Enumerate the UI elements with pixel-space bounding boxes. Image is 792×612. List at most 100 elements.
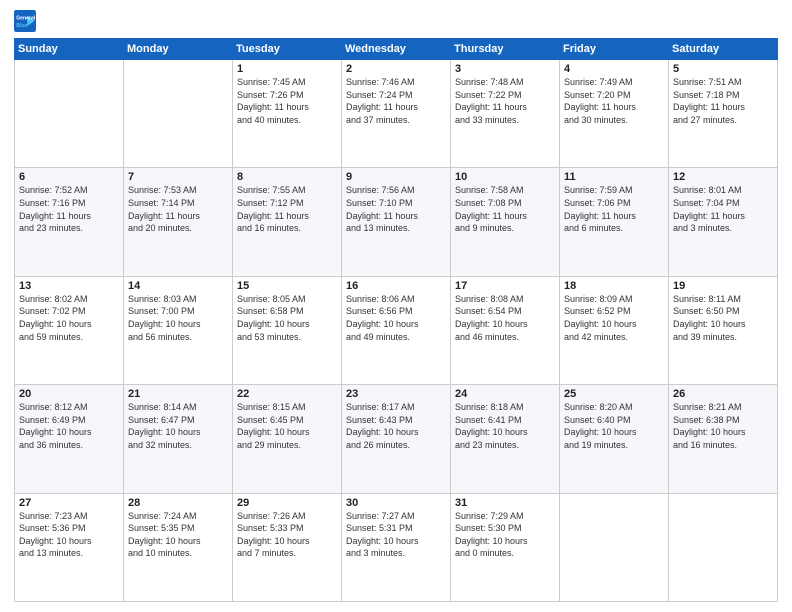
day-info: Sunrise: 8:15 AM Sunset: 6:45 PM Dayligh… (237, 401, 337, 451)
calendar-cell: 2Sunrise: 7:46 AM Sunset: 7:24 PM Daylig… (342, 60, 451, 168)
day-number: 21 (128, 388, 228, 400)
day-info: Sunrise: 8:14 AM Sunset: 6:47 PM Dayligh… (128, 401, 228, 451)
calendar-cell: 25Sunrise: 8:20 AM Sunset: 6:40 PM Dayli… (560, 385, 669, 493)
day-info: Sunrise: 8:05 AM Sunset: 6:58 PM Dayligh… (237, 293, 337, 343)
day-info: Sunrise: 8:20 AM Sunset: 6:40 PM Dayligh… (564, 401, 664, 451)
calendar-cell: 15Sunrise: 8:05 AM Sunset: 6:58 PM Dayli… (233, 276, 342, 384)
calendar-cell (15, 60, 124, 168)
day-number: 15 (237, 280, 337, 292)
logo: General Blue (14, 10, 38, 32)
day-number: 18 (564, 280, 664, 292)
day-info: Sunrise: 7:55 AM Sunset: 7:12 PM Dayligh… (237, 184, 337, 234)
day-number: 10 (455, 171, 555, 183)
svg-text:Blue: Blue (16, 23, 27, 29)
day-number: 2 (346, 63, 446, 75)
calendar-cell (124, 60, 233, 168)
day-info: Sunrise: 8:18 AM Sunset: 6:41 PM Dayligh… (455, 401, 555, 451)
calendar-cell: 24Sunrise: 8:18 AM Sunset: 6:41 PM Dayli… (451, 385, 560, 493)
day-number: 25 (564, 388, 664, 400)
calendar-cell: 30Sunrise: 7:27 AM Sunset: 5:31 PM Dayli… (342, 493, 451, 601)
day-info: Sunrise: 7:59 AM Sunset: 7:06 PM Dayligh… (564, 184, 664, 234)
day-number: 26 (673, 388, 773, 400)
calendar-cell: 13Sunrise: 8:02 AM Sunset: 7:02 PM Dayli… (15, 276, 124, 384)
calendar-cell: 27Sunrise: 7:23 AM Sunset: 5:36 PM Dayli… (15, 493, 124, 601)
weekday-header-tuesday: Tuesday (233, 39, 342, 60)
calendar-cell: 31Sunrise: 7:29 AM Sunset: 5:30 PM Dayli… (451, 493, 560, 601)
calendar-cell: 3Sunrise: 7:48 AM Sunset: 7:22 PM Daylig… (451, 60, 560, 168)
day-number: 20 (19, 388, 119, 400)
day-info: Sunrise: 7:53 AM Sunset: 7:14 PM Dayligh… (128, 184, 228, 234)
day-info: Sunrise: 8:12 AM Sunset: 6:49 PM Dayligh… (19, 401, 119, 451)
calendar-cell: 12Sunrise: 8:01 AM Sunset: 7:04 PM Dayli… (669, 168, 778, 276)
day-number: 1 (237, 63, 337, 75)
calendar-week-2: 6Sunrise: 7:52 AM Sunset: 7:16 PM Daylig… (15, 168, 778, 276)
calendar-cell (669, 493, 778, 601)
day-number: 29 (237, 497, 337, 509)
day-info: Sunrise: 7:48 AM Sunset: 7:22 PM Dayligh… (455, 76, 555, 126)
day-number: 22 (237, 388, 337, 400)
weekday-header-friday: Friday (560, 39, 669, 60)
day-info: Sunrise: 7:27 AM Sunset: 5:31 PM Dayligh… (346, 510, 446, 560)
day-number: 5 (673, 63, 773, 75)
day-number: 7 (128, 171, 228, 183)
logo-icon: General Blue (14, 10, 36, 32)
calendar-table: SundayMondayTuesdayWednesdayThursdayFrid… (14, 38, 778, 602)
day-info: Sunrise: 8:09 AM Sunset: 6:52 PM Dayligh… (564, 293, 664, 343)
calendar-cell: 10Sunrise: 7:58 AM Sunset: 7:08 PM Dayli… (451, 168, 560, 276)
calendar-week-4: 20Sunrise: 8:12 AM Sunset: 6:49 PM Dayli… (15, 385, 778, 493)
calendar-cell: 1Sunrise: 7:45 AM Sunset: 7:26 PM Daylig… (233, 60, 342, 168)
calendar-cell: 16Sunrise: 8:06 AM Sunset: 6:56 PM Dayli… (342, 276, 451, 384)
day-number: 4 (564, 63, 664, 75)
calendar-cell: 11Sunrise: 7:59 AM Sunset: 7:06 PM Dayli… (560, 168, 669, 276)
calendar-week-5: 27Sunrise: 7:23 AM Sunset: 5:36 PM Dayli… (15, 493, 778, 601)
day-number: 27 (19, 497, 119, 509)
day-info: Sunrise: 8:01 AM Sunset: 7:04 PM Dayligh… (673, 184, 773, 234)
weekday-header-sunday: Sunday (15, 39, 124, 60)
day-number: 3 (455, 63, 555, 75)
calendar-cell: 26Sunrise: 8:21 AM Sunset: 6:38 PM Dayli… (669, 385, 778, 493)
page: General Blue SundayMondayTuesdayWednesda… (0, 0, 792, 612)
day-number: 28 (128, 497, 228, 509)
day-info: Sunrise: 7:56 AM Sunset: 7:10 PM Dayligh… (346, 184, 446, 234)
day-number: 19 (673, 280, 773, 292)
day-number: 6 (19, 171, 119, 183)
calendar-cell: 20Sunrise: 8:12 AM Sunset: 6:49 PM Dayli… (15, 385, 124, 493)
weekday-header-thursday: Thursday (451, 39, 560, 60)
calendar-cell: 23Sunrise: 8:17 AM Sunset: 6:43 PM Dayli… (342, 385, 451, 493)
day-info: Sunrise: 7:58 AM Sunset: 7:08 PM Dayligh… (455, 184, 555, 234)
calendar-cell: 7Sunrise: 7:53 AM Sunset: 7:14 PM Daylig… (124, 168, 233, 276)
day-info: Sunrise: 7:46 AM Sunset: 7:24 PM Dayligh… (346, 76, 446, 126)
day-info: Sunrise: 8:21 AM Sunset: 6:38 PM Dayligh… (673, 401, 773, 451)
weekday-header-monday: Monday (124, 39, 233, 60)
day-number: 14 (128, 280, 228, 292)
day-number: 12 (673, 171, 773, 183)
calendar-cell: 4Sunrise: 7:49 AM Sunset: 7:20 PM Daylig… (560, 60, 669, 168)
day-info: Sunrise: 7:23 AM Sunset: 5:36 PM Dayligh… (19, 510, 119, 560)
day-number: 17 (455, 280, 555, 292)
calendar-cell: 17Sunrise: 8:08 AM Sunset: 6:54 PM Dayli… (451, 276, 560, 384)
svg-text:General: General (16, 16, 36, 22)
day-number: 23 (346, 388, 446, 400)
day-number: 24 (455, 388, 555, 400)
day-info: Sunrise: 7:51 AM Sunset: 7:18 PM Dayligh… (673, 76, 773, 126)
day-number: 16 (346, 280, 446, 292)
day-info: Sunrise: 8:06 AM Sunset: 6:56 PM Dayligh… (346, 293, 446, 343)
day-number: 30 (346, 497, 446, 509)
day-info: Sunrise: 8:02 AM Sunset: 7:02 PM Dayligh… (19, 293, 119, 343)
calendar-cell: 14Sunrise: 8:03 AM Sunset: 7:00 PM Dayli… (124, 276, 233, 384)
calendar-cell: 8Sunrise: 7:55 AM Sunset: 7:12 PM Daylig… (233, 168, 342, 276)
calendar-cell: 22Sunrise: 8:15 AM Sunset: 6:45 PM Dayli… (233, 385, 342, 493)
day-info: Sunrise: 8:08 AM Sunset: 6:54 PM Dayligh… (455, 293, 555, 343)
calendar-week-3: 13Sunrise: 8:02 AM Sunset: 7:02 PM Dayli… (15, 276, 778, 384)
calendar-cell: 21Sunrise: 8:14 AM Sunset: 6:47 PM Dayli… (124, 385, 233, 493)
day-info: Sunrise: 7:26 AM Sunset: 5:33 PM Dayligh… (237, 510, 337, 560)
calendar-week-1: 1Sunrise: 7:45 AM Sunset: 7:26 PM Daylig… (15, 60, 778, 168)
weekday-header-row: SundayMondayTuesdayWednesdayThursdayFrid… (15, 39, 778, 60)
day-info: Sunrise: 7:49 AM Sunset: 7:20 PM Dayligh… (564, 76, 664, 126)
day-info: Sunrise: 8:11 AM Sunset: 6:50 PM Dayligh… (673, 293, 773, 343)
day-number: 11 (564, 171, 664, 183)
calendar-cell: 6Sunrise: 7:52 AM Sunset: 7:16 PM Daylig… (15, 168, 124, 276)
day-info: Sunrise: 7:45 AM Sunset: 7:26 PM Dayligh… (237, 76, 337, 126)
calendar-cell: 9Sunrise: 7:56 AM Sunset: 7:10 PM Daylig… (342, 168, 451, 276)
day-info: Sunrise: 8:03 AM Sunset: 7:00 PM Dayligh… (128, 293, 228, 343)
